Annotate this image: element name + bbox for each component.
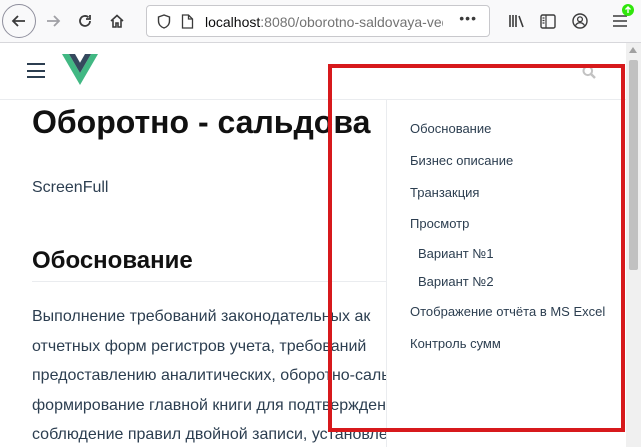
sidebar-button[interactable] (533, 6, 563, 36)
library-icon (509, 15, 524, 28)
address-bar[interactable]: localhost:8080/oborotno-saldovaya-vedo •… (146, 5, 490, 37)
shield-icon (157, 14, 171, 29)
url-host: localhost (205, 14, 261, 30)
reload-button[interactable] (70, 6, 100, 36)
toc-item-excel-report[interactable]: Отображение отчёта в MS Excel (410, 304, 605, 319)
library-button[interactable] (502, 6, 532, 36)
scrollbar-thumb[interactable] (629, 60, 638, 270)
page-icon (181, 14, 194, 29)
toc-item-justification[interactable]: Обоснование (410, 121, 491, 136)
account-button[interactable] (565, 6, 595, 36)
forward-button[interactable] (38, 6, 68, 36)
browser-toolbar: localhost:8080/oborotno-saldovaya-vedo •… (0, 0, 641, 43)
vue-logo[interactable] (62, 54, 98, 86)
toc-item-variant-1[interactable]: Вариант №1 (418, 246, 494, 261)
scroll-up-arrow-icon[interactable] (629, 47, 637, 53)
home-button[interactable] (102, 6, 132, 36)
hamburger-menu-icon[interactable] (27, 63, 45, 78)
menu-button[interactable] (605, 4, 635, 36)
search-icon[interactable] (582, 65, 596, 79)
menu-icon (613, 15, 627, 27)
web-page: Оборотно - сальдова ScreenFull Обоснован… (0, 43, 626, 447)
update-badge-icon (622, 4, 634, 16)
page-title: Оборотно - сальдова (32, 104, 371, 140)
toc-item-variant-2[interactable]: Вариант №2 (418, 274, 494, 289)
url-path: :8080/oborotno-saldovaya-vedo (260, 14, 443, 30)
toc-item-transaction[interactable]: Транзакция (410, 185, 479, 200)
section-heading: Обоснование (32, 247, 392, 282)
toc-item-view[interactable]: Просмотр (410, 216, 469, 231)
reload-icon (79, 15, 91, 27)
account-icon (572, 13, 588, 29)
url-text: localhost:8080/oborotno-saldovaya-vedo (205, 14, 443, 30)
table-of-contents: Обоснование Бизнес описание Транзакция П… (386, 100, 626, 447)
arrow-right-icon (47, 15, 61, 27)
page-actions-button[interactable]: ••• (459, 10, 477, 26)
toc-item-business-description[interactable]: Бизнес описание (410, 153, 513, 168)
toc-item-sum-control[interactable]: Контроль сумм (410, 336, 501, 351)
arrow-left-icon (11, 15, 25, 27)
page-scrollbar[interactable] (626, 43, 641, 447)
sidebar-icon (540, 13, 556, 29)
site-navbar (0, 43, 626, 100)
screenfull-label[interactable]: ScreenFull (32, 179, 108, 197)
back-button[interactable] (2, 4, 36, 38)
home-icon (110, 14, 124, 28)
